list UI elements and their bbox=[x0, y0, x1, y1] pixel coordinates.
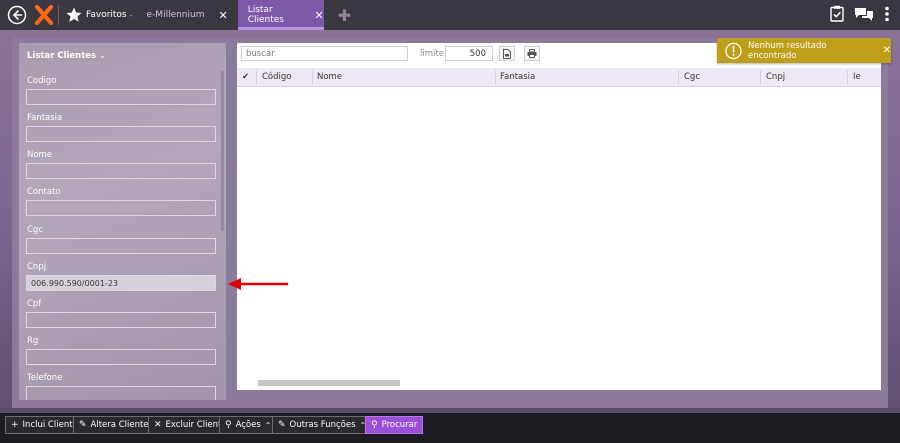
cnpj-field[interactable] bbox=[26, 275, 216, 291]
chat-icon[interactable] bbox=[854, 6, 874, 25]
fantasia-field[interactable] bbox=[26, 126, 216, 142]
column-cgc[interactable]: Cgc bbox=[684, 72, 700, 82]
field-label-contato: Contato bbox=[27, 187, 61, 197]
external-edit-icon: ✎ bbox=[278, 420, 286, 430]
button-label: Ações bbox=[235, 420, 261, 430]
limit-label: limite: bbox=[420, 49, 447, 59]
panel-title-text: Listar Clientes bbox=[27, 51, 97, 61]
other-functions-button[interactable]: ✎ Outras Funções ⌃ bbox=[272, 416, 373, 434]
column-nome[interactable]: Nome bbox=[317, 72, 342, 82]
more-vertical-icon[interactable] bbox=[884, 6, 890, 25]
field-label-rg: Rg bbox=[27, 336, 39, 346]
codigo-field[interactable] bbox=[26, 89, 216, 105]
select-all-check-icon[interactable]: ✔ bbox=[242, 72, 249, 82]
field-label-cnpj: Cnpj bbox=[27, 262, 47, 272]
field-label-cpf: Cpf bbox=[27, 299, 42, 309]
tab-close-icon[interactable]: ✕ bbox=[218, 9, 227, 22]
column-divider bbox=[760, 70, 761, 84]
column-divider bbox=[495, 70, 496, 84]
logo-icon[interactable] bbox=[34, 4, 54, 26]
bottom-action-bar: + Inclui Cliente ✎ Altera Cliente ✕ Excl… bbox=[0, 413, 900, 443]
workspace: Listar Clientes ⌄ Codigo Fantasia Nome Co… bbox=[12, 38, 888, 408]
button-label: Excluir Cliente bbox=[165, 420, 227, 430]
panel-scrollbar[interactable] bbox=[221, 71, 224, 231]
field-label-cgc: Cgc bbox=[27, 225, 44, 235]
results-grid: limite: ✔ Código Nome Fantasia Cgc bbox=[237, 43, 881, 390]
field-label-fantasia: Fantasia bbox=[27, 113, 63, 123]
print-icon bbox=[527, 49, 537, 58]
pin-icon: ⚲ bbox=[225, 420, 232, 430]
toast-message: Nenhum resultado encontrado bbox=[748, 40, 827, 61]
rg-field[interactable] bbox=[26, 349, 216, 365]
main-area: Listar Clientes ⌄ Codigo Fantasia Nome Co… bbox=[0, 30, 900, 413]
clipboard-check-icon[interactable] bbox=[830, 5, 844, 25]
column-divider bbox=[678, 70, 679, 84]
info-icon bbox=[725, 42, 742, 59]
chevron-down-icon: ⌄ bbox=[99, 51, 106, 60]
field-label-telefone: Telefone bbox=[27, 373, 63, 383]
nome-field[interactable] bbox=[26, 163, 216, 179]
add-tab-icon[interactable]: ✚ bbox=[338, 6, 351, 25]
button-label: Altera Cliente bbox=[90, 420, 149, 430]
star-icon[interactable] bbox=[65, 6, 83, 24]
chevron-up-icon: ⌃ bbox=[264, 420, 272, 430]
filter-panel: Listar Clientes ⌄ Codigo Fantasia Nome Co… bbox=[19, 43, 226, 400]
tab-e-millennium[interactable]: e-Millennium bbox=[147, 10, 205, 20]
column-divider bbox=[312, 70, 313, 84]
search-input[interactable] bbox=[241, 46, 408, 61]
export-file-button[interactable] bbox=[499, 46, 515, 61]
contato-field[interactable] bbox=[26, 200, 216, 216]
cpf-field[interactable] bbox=[26, 312, 216, 328]
tab-listar-clientes[interactable]: Listar Clientes ✕ bbox=[237, 0, 324, 30]
favorites-menu[interactable]: Favoritos bbox=[86, 10, 127, 20]
cgc-field[interactable] bbox=[26, 238, 216, 254]
tab-close-icon[interactable]: ✕ bbox=[314, 9, 323, 22]
panel-title[interactable]: Listar Clientes ⌄ bbox=[27, 51, 106, 61]
button-label: Procurar bbox=[381, 420, 418, 430]
horizontal-scrollbar[interactable] bbox=[258, 380, 400, 386]
field-label-codigo: Codigo bbox=[27, 76, 57, 86]
button-label: Inclui Cliente bbox=[22, 420, 78, 430]
edit-client-button[interactable]: ✎ Altera Cliente bbox=[73, 416, 155, 434]
search-icon: ⚲ bbox=[371, 420, 378, 430]
top-bar: Favoritos - e-Millennium ✕ Listar Client… bbox=[0, 0, 900, 30]
divider bbox=[58, 5, 59, 25]
favorites-chevron[interactable]: - bbox=[130, 11, 133, 20]
top-right-actions bbox=[830, 5, 890, 25]
column-cnpj[interactable]: Cnpj bbox=[766, 72, 785, 82]
column-divider bbox=[256, 70, 257, 84]
column-divider bbox=[847, 70, 848, 84]
grid-header: ✔ Código Nome Fantasia Cgc Cnpj Ie bbox=[237, 68, 881, 87]
toast-close-icon[interactable]: ✕ bbox=[883, 45, 891, 56]
print-button[interactable] bbox=[524, 46, 540, 61]
edit-icon: ✎ bbox=[79, 420, 87, 430]
file-icon bbox=[503, 48, 511, 59]
add-client-button[interactable]: + Inclui Cliente bbox=[5, 416, 84, 434]
limit-input[interactable] bbox=[445, 46, 493, 61]
field-label-nome: Nome bbox=[27, 150, 53, 160]
search-button[interactable]: ⚲ Procurar bbox=[365, 416, 424, 434]
back-icon[interactable] bbox=[6, 4, 28, 26]
column-ie[interactable]: Ie bbox=[853, 72, 861, 82]
annotation-arrow-icon bbox=[228, 278, 288, 290]
telefone-field[interactable] bbox=[26, 386, 216, 400]
column-fantasia[interactable]: Fantasia bbox=[500, 72, 535, 82]
close-icon: ✕ bbox=[154, 420, 162, 430]
tab-label: Listar Clientes bbox=[247, 5, 284, 25]
actions-menu-button[interactable]: ⚲ Ações ⌃ bbox=[219, 416, 278, 434]
plus-icon: + bbox=[11, 420, 19, 430]
button-label: Outras Funções bbox=[289, 420, 356, 430]
toast-notification: Nenhum resultado encontrado ✕ bbox=[717, 38, 891, 63]
column-codigo[interactable]: Código bbox=[262, 72, 292, 82]
